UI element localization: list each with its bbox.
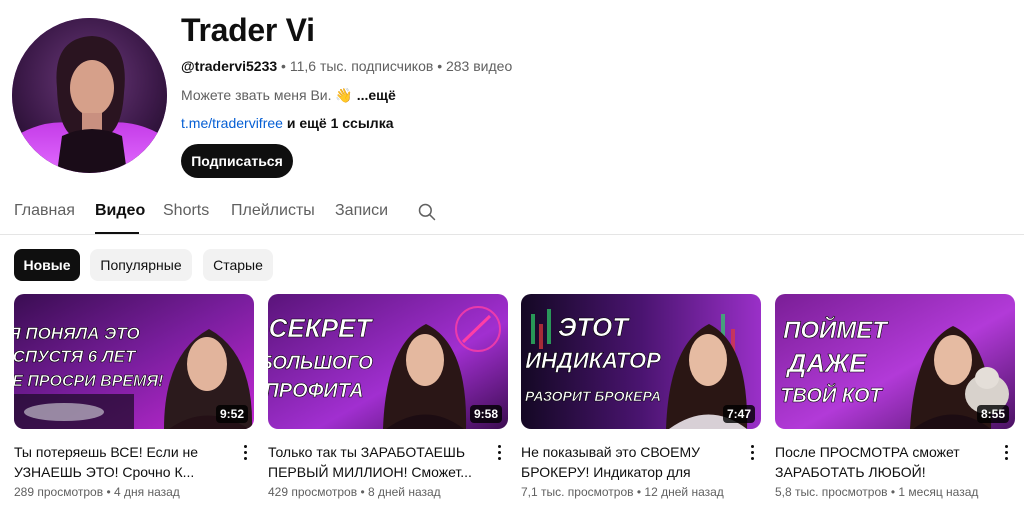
thumbnail-text: ТВОЙ КОТ (780, 383, 883, 407)
video-thumbnail[interactable]: Я ПОНЯЛА ЭТО СПУСТЯ 6 ЛЕТ НЕ ПРОСРИ ВРЕМ… (14, 294, 254, 429)
thumbnail-text: ДАЖЕ (785, 348, 867, 378)
channel-tabs: Главная Видео Shorts Плейлисты Записи (0, 190, 1024, 235)
stats-separator: • (636, 485, 642, 499)
description-more-link[interactable]: ...ещё (357, 87, 396, 103)
video-card[interactable]: СЕКРЕТ БОЛЬШОГО ПРОФИТА 9:58 Только так … (268, 294, 508, 499)
upload-age: 12 дней назад (644, 485, 724, 499)
channel-description[interactable]: Можете звать меня Ви. 👋 ...ещё (181, 87, 396, 104)
channel-meta: @tradervi5233 • 11,6 тыс. подписчиков • … (181, 58, 512, 74)
video-stats: 7,1 тыс. просмотров • 12 дней назад (521, 485, 724, 499)
thumbnail-text: НЕ ПРОСРИ ВРЕМЯ! (14, 373, 164, 390)
thumbnail-text: Я ПОНЯЛА ЭТО (14, 324, 140, 343)
channel-avatar[interactable] (12, 18, 167, 173)
video-title[interactable]: После ПРОСМОТРА сможет ЗАРАБОТАТЬ ЛЮБОЙ!… (775, 442, 987, 482)
video-card[interactable]: Я ПОНЯЛА ЭТО СПУСТЯ 6 ЛЕТ НЕ ПРОСРИ ВРЕМ… (14, 294, 254, 499)
channel-name: Trader Vi (181, 12, 315, 48)
video-thumbnail[interactable]: ПОЙМЕТ ДАЖЕ ТВОЙ КОТ 8:55 (775, 294, 1015, 429)
chip-newest[interactable]: Новые (14, 249, 80, 281)
stats-separator: • (106, 485, 111, 499)
upload-age: 4 дня назад (113, 485, 180, 499)
video-card[interactable]: ПОЙМЕТ ДАЖЕ ТВОЙ КОТ 8:55 После ПРОСМОТР… (775, 294, 1015, 499)
upload-age: 1 месяц назад (898, 485, 979, 499)
view-count: 7,1 тыс. просмотров (521, 485, 634, 499)
video-grid: Я ПОНЯЛА ЭТО СПУСТЯ 6 ЛЕТ НЕ ПРОСРИ ВРЕМ… (0, 294, 1024, 505)
video-duration: 7:47 (722, 405, 755, 423)
thumbnail-text: РАЗОРИТ БРОКЕРА (525, 388, 661, 404)
video-thumbnail[interactable]: СЕКРЕТ БОЛЬШОГО ПРОФИТА 9:58 (268, 294, 508, 429)
view-count: 5,8 тыс. просмотров (775, 485, 888, 499)
chip-oldest[interactable]: Старые (203, 249, 273, 281)
channel-link[interactable]: t.me/tradervifree (181, 115, 283, 131)
upload-age: 8 дней назад (367, 485, 441, 499)
video-title[interactable]: Только так ты ЗАРАБОТАЕШЬ ПЕРВЫЙ МИЛЛИОН… (268, 442, 480, 482)
tab-posts[interactable]: Записи (335, 202, 388, 220)
sort-chips: Новые Популярные Старые (0, 249, 1024, 281)
video-duration: 8:55 (976, 405, 1009, 423)
tab-home[interactable]: Главная (14, 202, 75, 220)
thumbnail-text: БОЛЬШОГО (268, 353, 373, 374)
view-count: 429 просмотров (268, 485, 358, 499)
meta-separator: • (437, 58, 443, 74)
tab-playlists[interactable]: Плейлисты (231, 202, 315, 220)
thumbnail-text: ПОЙМЕТ (783, 315, 889, 344)
thumbnail-text: СПУСТЯ 6 ЛЕТ (14, 347, 137, 366)
video-duration: 9:52 (215, 405, 248, 423)
view-count: 289 просмотров (14, 485, 104, 499)
thumbnail-text: СЕКРЕТ (269, 313, 374, 343)
video-stats: 429 просмотров • 8 дней назад (268, 485, 441, 499)
more-options-icon[interactable] (746, 442, 758, 462)
tab-shorts[interactable]: Shorts (163, 202, 209, 220)
thumbnail-text: ИНДИКАТОР (525, 348, 661, 373)
channel-links: t.me/tradervifree и ещё 1 ссылка (181, 115, 394, 131)
thumbnail-text: ЭТОТ (558, 312, 630, 342)
video-title[interactable]: Не показывай это СВОЕМУ БРОКЕРУ! Индикат… (521, 442, 733, 482)
more-options-icon[interactable] (1000, 442, 1012, 462)
subscribe-button[interactable]: Подписаться (181, 144, 293, 178)
stats-separator: • (890, 485, 896, 499)
tab-videos[interactable]: Видео (95, 202, 145, 220)
more-options-icon[interactable] (239, 442, 251, 462)
thumbnail-text: ПРОФИТА (268, 380, 364, 402)
stats-separator: • (360, 485, 365, 499)
active-tab-indicator (95, 232, 139, 234)
subscriber-count: 11,6 тыс. подписчиков (289, 58, 434, 74)
more-links[interactable]: и ещё 1 ссылка (287, 115, 394, 131)
channel-handle: @tradervi5233 (181, 58, 278, 74)
video-stats: 289 просмотров • 4 дня назад (14, 485, 180, 499)
video-stats: 5,8 тыс. просмотров • 1 месяц назад (775, 485, 978, 499)
search-icon[interactable] (417, 202, 437, 222)
chip-popular[interactable]: Популярные (90, 249, 192, 281)
avatar-portrait (12, 18, 167, 173)
meta-separator: • (281, 58, 286, 74)
video-count: 283 видео (445, 58, 513, 74)
description-text: Можете звать меня Ви. 👋 (181, 87, 353, 103)
more-options-icon[interactable] (493, 442, 505, 462)
video-title[interactable]: Ты потеряешь ВСЕ! Если не УЗНАЕШЬ ЭТО! С… (14, 442, 226, 482)
channel-header: Trader Vi @tradervi5233 • 11,6 тыс. подп… (0, 0, 1024, 190)
video-duration: 9:58 (469, 405, 502, 423)
video-card[interactable]: ЭТОТ ИНДИКАТОР РАЗОРИТ БРОКЕРА 7:47 Не п… (521, 294, 761, 499)
video-thumbnail[interactable]: ЭТОТ ИНДИКАТОР РАЗОРИТ БРОКЕРА 7:47 (521, 294, 761, 429)
